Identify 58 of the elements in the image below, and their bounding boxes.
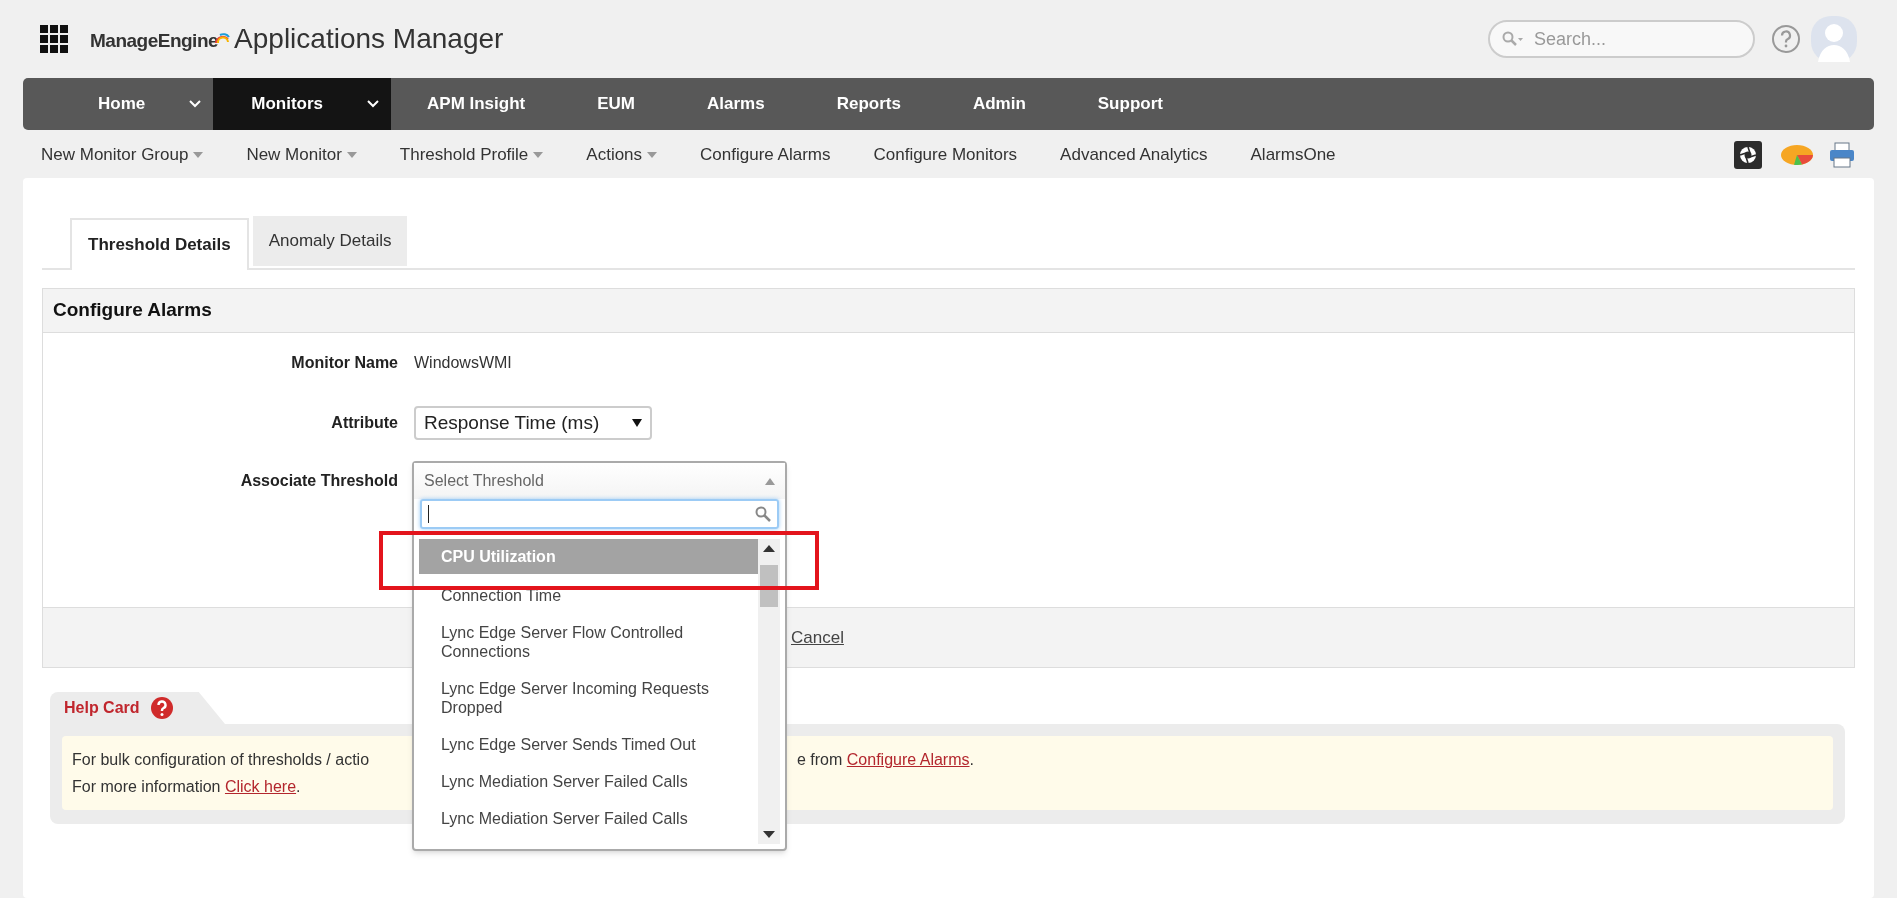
section-title: Configure Alarms	[53, 298, 212, 323]
tab[interactable]: Threshold Details	[70, 218, 249, 270]
click-here-link[interactable]: Click here	[224, 778, 297, 795]
dropdown-search-field[interactable]	[420, 499, 779, 529]
tab[interactable]: Anomaly Details	[252, 216, 408, 266]
scroll-down-icon	[763, 831, 775, 838]
nav-tab[interactable]: Support	[1061, 78, 1199, 130]
sub-menu-item[interactable]: Actions	[586, 142, 658, 168]
sub-menu-item[interactable]: AlarmsOne	[1250, 142, 1336, 168]
aperture-icon[interactable]	[1734, 141, 1762, 169]
pie-chart-icon[interactable]	[1780, 143, 1814, 167]
nav-tab[interactable]: Reports	[800, 78, 937, 130]
product-name: Applications Manager	[234, 23, 504, 55]
scrollbar-thumb[interactable]	[760, 565, 778, 607]
cancel-link[interactable]: Cancel	[791, 624, 844, 651]
nav-tab[interactable]: EUM	[561, 78, 671, 130]
search-field[interactable]: Search...	[1488, 20, 1755, 58]
sub-menu-item[interactable]: Advanced Analytics	[1060, 142, 1208, 168]
sub-menu-item[interactable]: Configure Alarms	[700, 142, 831, 168]
app-grid-icon[interactable]	[40, 25, 68, 53]
field-label: Monitor Name	[291, 354, 398, 371]
caret-down-icon	[346, 152, 357, 158]
help-card-title: Help Card	[64, 698, 140, 718]
sub-menu-item[interactable]: New Monitor	[246, 142, 357, 168]
chevron-down-icon	[189, 100, 202, 108]
scroll-up-icon	[763, 545, 775, 552]
field-value: WindowsWMI	[414, 353, 512, 373]
sub-menu-item[interactable]: Configure Monitors	[873, 142, 1018, 168]
nav-tab[interactable]: Alarms	[671, 78, 801, 130]
nav-tab[interactable]: APM Insight	[391, 78, 562, 130]
search-icon	[755, 506, 771, 522]
printer-icon[interactable]	[1828, 141, 1856, 169]
caret-up-icon	[765, 477, 775, 485]
field-label: Attribute	[331, 414, 398, 431]
threshold-select[interactable]: Select Threshold	[414, 463, 785, 499]
search-icon	[1502, 31, 1524, 47]
attribute-select[interactable]: Response Time (ms)	[414, 406, 652, 440]
configure-alarms-link[interactable]: Configure Alarms	[846, 751, 970, 768]
caret-down-icon	[647, 152, 658, 158]
nav-tab[interactable]: Monitors	[213, 78, 391, 130]
help-icon[interactable]	[1771, 24, 1801, 54]
brand-name: ManageEngine	[90, 28, 219, 53]
caret-down-icon	[632, 419, 642, 427]
nav-tab[interactable]: Home	[60, 78, 214, 130]
caret-down-icon	[193, 152, 204, 158]
help-text: For more information	[72, 778, 222, 795]
sub-menu-item[interactable]: Threshold Profile	[399, 142, 544, 168]
help-text: .	[296, 778, 301, 795]
help-text: For bulk configuration of thresholds / actio	[72, 750, 371, 770]
help-text: e from	[797, 751, 844, 768]
scrollbar[interactable]	[758, 539, 780, 844]
help-text: .	[969, 751, 974, 768]
field-label: Associate Threshold	[240, 472, 398, 489]
chevron-down-icon	[367, 100, 379, 108]
sub-menu-item[interactable]: New Monitor Group	[41, 142, 204, 168]
caret-down-icon	[533, 152, 544, 158]
nav-tab[interactable]: Admin	[936, 78, 1062, 130]
question-icon	[149, 696, 174, 720]
